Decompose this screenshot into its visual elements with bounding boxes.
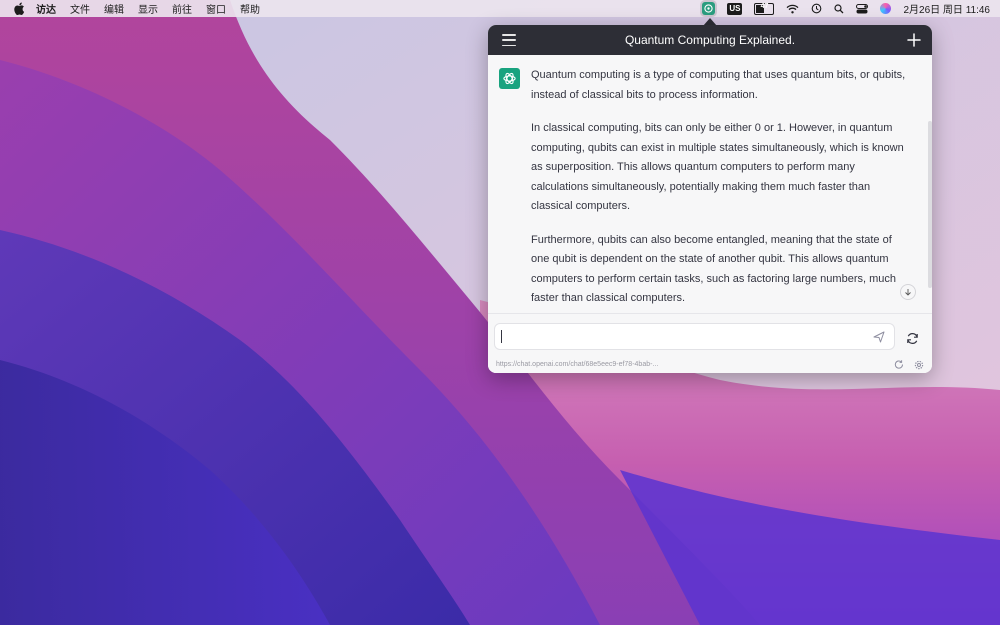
menu-go[interactable]: 前往: [172, 1, 192, 16]
chatgpt-popover-window: Quantum Computing Explained. Quantum com…: [488, 25, 932, 373]
text-caret: [501, 330, 502, 343]
reload-icon[interactable]: [893, 359, 904, 370]
time-machine-icon[interactable]: [811, 3, 822, 14]
arrow-down-icon: [905, 289, 911, 296]
settings-gear-icon[interactable]: [913, 359, 924, 370]
new-chat-plus-icon[interactable]: [906, 32, 922, 48]
chat-transcript: Quantum computing is a type of computing…: [488, 55, 932, 313]
message-composer: https://chat.openai.com/chat/68e5eec9-ef…: [488, 313, 932, 373]
spotlight-search-icon[interactable]: [834, 3, 844, 14]
input-source-indicator[interactable]: US: [727, 2, 743, 15]
menu-window[interactable]: 窗口: [206, 1, 226, 16]
menu-edit[interactable]: 编辑: [104, 1, 124, 16]
menu-app-finder[interactable]: 访达: [36, 1, 56, 16]
menu-file[interactable]: 文件: [70, 1, 90, 16]
message-paragraph: In classical computing, bits can only be…: [531, 122, 904, 212]
menu-bar: 访达 文件 编辑 显示 前往 窗口 帮助 US 47 2月26日 周日 11:4…: [0, 0, 1000, 17]
battery-icon[interactable]: 47: [754, 2, 775, 15]
message-paragraph: Quantum computing is a type of computing…: [531, 69, 906, 101]
url-status-text: https://chat.openai.com/chat/68e5eec9-ef…: [496, 361, 659, 368]
chat-title: Quantum Computing Explained.: [624, 33, 796, 47]
chat-scrollbar[interactable]: [928, 121, 932, 288]
message-paragraph: Furthermore, qubits can also become enta…: [531, 233, 896, 305]
siri-icon[interactable]: [880, 3, 892, 14]
apple-menu-icon[interactable]: [12, 2, 26, 16]
assistant-message: Quantum computing is a type of computing…: [531, 66, 911, 313]
control-center-icon[interactable]: [856, 3, 869, 14]
send-icon[interactable]: [872, 330, 886, 344]
hamburger-menu-icon[interactable]: [502, 34, 516, 46]
message-input-box[interactable]: [494, 323, 895, 350]
message-input[interactable]: [508, 324, 872, 349]
battery-level: 47: [760, 2, 769, 10]
chatgpt-tray-icon[interactable]: [700, 0, 718, 17]
chat-header: Quantum Computing Explained.: [488, 25, 932, 55]
assistant-avatar-icon: [499, 68, 520, 89]
wifi-icon[interactable]: [786, 4, 799, 14]
menubar-clock[interactable]: 2月26日 周日 11:46: [903, 1, 990, 16]
regenerate-icon[interactable]: [904, 330, 920, 346]
menu-view[interactable]: 显示: [138, 1, 158, 16]
scroll-to-bottom-button[interactable]: [900, 284, 916, 300]
menu-help[interactable]: 帮助: [240, 1, 260, 16]
